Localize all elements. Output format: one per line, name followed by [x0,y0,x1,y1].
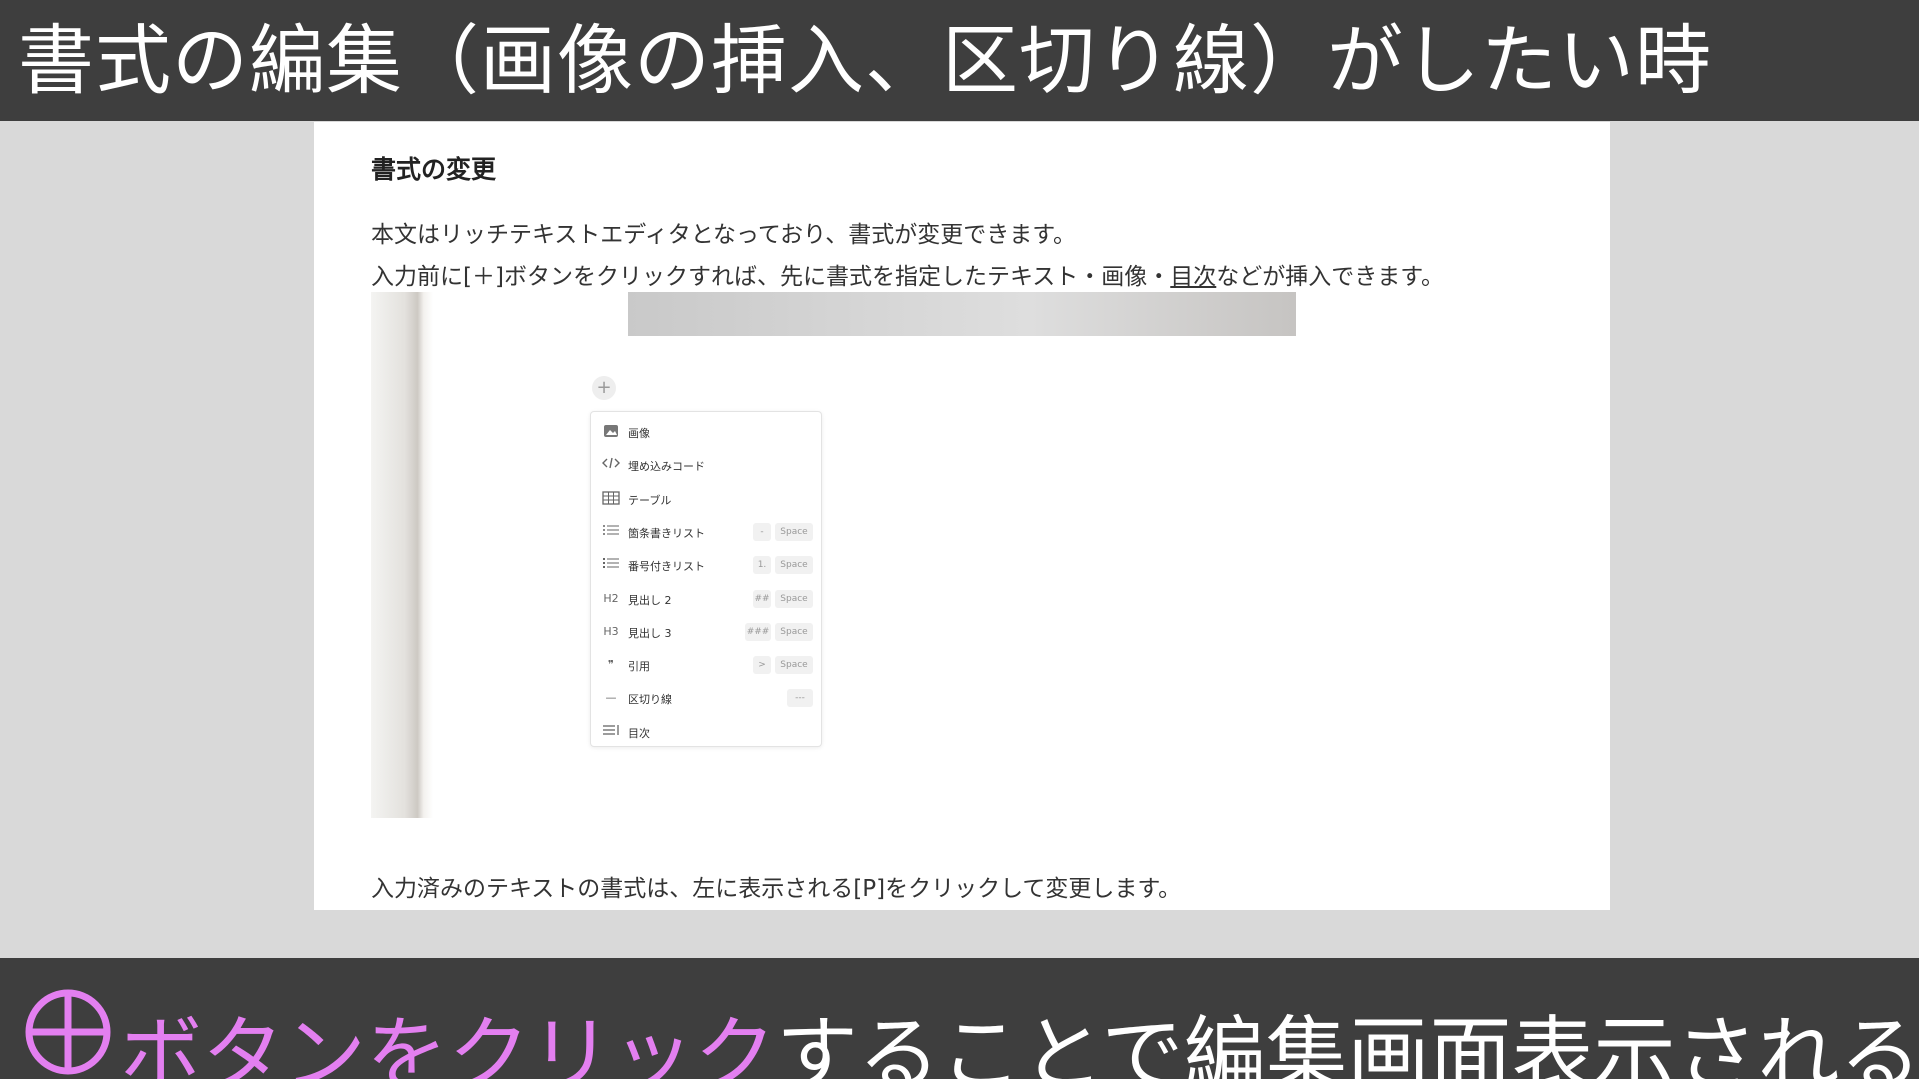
shortcut-key: --- [787,689,813,708]
insert-menu-item[interactable]: H3 見出し 3 Space ### [591,616,821,649]
page-title-banner: 書式の編集（画像の挿入、区切り線）がしたい時 [0,0,1919,121]
numbered-list-icon [601,557,621,573]
code-icon [601,457,621,473]
insert-menu-item[interactable]: 画像 [591,416,821,449]
shortcut-key: > [753,656,771,675]
insert-menu-item-label: テーブル [628,493,672,507]
insert-menu-item-label: 画像 [628,427,650,440]
toc-icon [601,724,621,740]
bullet-list-icon [601,524,621,540]
insert-menu-item-label: 引用 [628,660,650,674]
insert-menu-item[interactable]: 埋め込みコード [591,449,821,482]
insert-menu-item[interactable]: テーブル [591,483,821,516]
insert-menu-item[interactable]: 箇条書きリスト Space - [591,516,821,549]
insert-plus-button[interactable]: + [592,376,616,400]
shortcut-key: Space [775,622,813,641]
screenshot-toolbar-image [628,292,1296,336]
insert-menu-item[interactable]: — 区切り線 --- [591,682,821,715]
insert-menu-item[interactable]: 目次 [591,716,821,749]
shortcut-key: ### [745,622,771,641]
circled-plus-icon [25,989,111,1075]
paragraph-2-pre: 入力前に[＋]ボタンをクリックすれば、先に書式を指定したテキスト・画像・ [371,264,1171,290]
insert-menu-item-label: 番号付きリスト [628,560,705,574]
page-title: 書式の編集（画像の挿入、区切り線）がしたい時 [18,16,1712,105]
insert-menu-item-label: 箇条書きリスト [628,526,705,540]
insert-menu-item[interactable]: 番号付きリスト Space 1. [591,549,821,582]
paragraph-3: 入力済みのテキストの書式は、左に表示される[P]をクリックして変更します。 [371,876,1182,902]
paragraph-2: 入力前に[＋]ボタンをクリックすれば、先に書式を指定したテキスト・画像・目次など… [371,257,1444,291]
insert-menu-item-label: 埋め込みコード [628,460,705,474]
caption-highlight: ボタンをクリック [120,1008,777,1079]
section-heading: 書式の変更 [371,155,497,184]
insert-menu-item-label: 見出し 2 [628,593,672,607]
h3-icon: H3 [603,624,619,638]
divider-icon: — [605,691,617,705]
insert-menu-item[interactable]: H2 見出し 2 Space ## [591,583,821,616]
paragraph-1: 本文はリッチテキストエディタとなっており、書式が変更できます。 [371,222,1076,248]
caption-rest: することで編集画面表示される [776,1008,1919,1079]
image-icon [601,424,621,440]
shortcut-key: Space [775,589,813,608]
shortcut-key: Space [775,522,813,541]
shortcut-key: ## [753,589,771,608]
toc-link[interactable]: 目次 [1170,264,1216,290]
shortcut-key: - [753,522,771,541]
quote-icon: ❞ [608,658,614,672]
paragraph-2-post: などが挿入できます。 [1216,264,1444,290]
insert-menu-item[interactable]: ❞ 引用 Space > [591,649,821,682]
h2-icon: H2 [603,591,619,605]
insert-menu-item-label: 目次 [628,726,650,740]
shortcut-key: Space [775,656,813,675]
document-panel: 書式の変更 本文はリッチテキストエディタとなっており、書式が変更できます。 入力… [314,122,1610,910]
shortcut-key: 1. [753,556,771,575]
shortcut-key: Space [775,556,813,575]
screenshot-edge-decoration [371,292,433,818]
insert-menu-item-label: 区切り線 [628,693,672,707]
table-icon [601,490,621,507]
insert-menu-item-label: 見出し 3 [628,626,672,640]
insert-menu: 画像 埋め込みコード テーブル 箇条書きリスト Space - 番号付きリスト Space 1.… [590,411,822,747]
caption-banner: ボタンをクリックすることで編集画面表示される [0,958,1919,1079]
